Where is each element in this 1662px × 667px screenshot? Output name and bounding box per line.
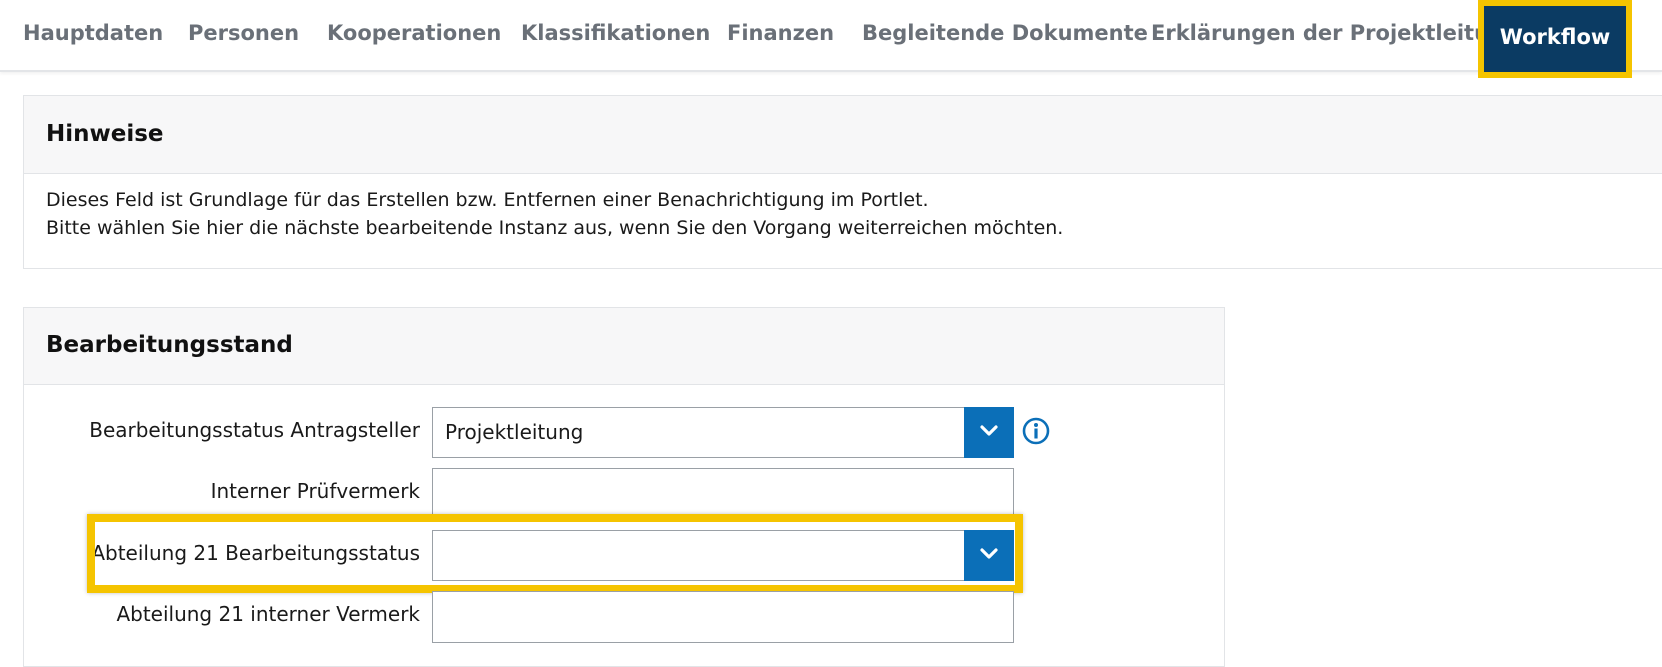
tab-klassifikationen[interactable]: Klassifikationen <box>521 12 710 54</box>
tab-bar: Hauptdaten Personen Kooperationen Klassi… <box>0 0 1662 78</box>
tab-workflow-highlight: Workflow <box>1478 0 1632 78</box>
status-antragsteller-select[interactable]: Projektleitung <box>432 407 1014 458</box>
tab-finanzen[interactable]: Finanzen <box>727 12 834 54</box>
hint-panel-body: Dieses Feld ist Grundlage für das Erstel… <box>24 174 1662 254</box>
field-label-abteilung21-status: Abteilung 21 Bearbeitungsstatus <box>91 541 420 565</box>
interner-pruefvermerk-input[interactable] <box>432 468 1014 520</box>
field-label-status-antragsteller: Bearbeitungsstatus Antragsteller <box>89 418 420 442</box>
tab-personen[interactable]: Personen <box>188 12 299 54</box>
abteilung21-status-select[interactable] <box>432 530 1014 581</box>
hint-text-line-2: Bitte wählen Sie hier die nächste bearbe… <box>46 217 1064 239</box>
status-antragsteller-dropdown-button[interactable] <box>964 407 1014 458</box>
hint-panel: Hinweise Dieses Feld ist Grundlage für d… <box>23 95 1662 269</box>
tab-workflow[interactable]: Workflow <box>1484 6 1626 72</box>
hint-text-line-1: Dieses Feld ist Grundlage für das Erstel… <box>46 189 929 211</box>
state-panel-title: Bearbeitungsstand <box>24 308 1224 385</box>
hint-panel-title: Hinweise <box>24 96 1662 174</box>
chevron-down-icon <box>980 548 998 559</box>
tab-begleitende-dokumente[interactable]: Begleitende Dokumente <box>862 12 1148 54</box>
field-label-abteilung21-vermerk: Abteilung 21 interner Vermerk <box>116 602 420 626</box>
chevron-down-icon <box>980 425 998 436</box>
abteilung21-status-dropdown-button[interactable] <box>964 530 1014 581</box>
tab-erklaerungen-projektleitung[interactable]: Erklärungen der Projektleitung <box>1151 12 1519 54</box>
info-icon[interactable] <box>1022 417 1050 445</box>
tab-hauptdaten[interactable]: Hauptdaten <box>23 12 163 54</box>
field-label-interner-pruefvermerk: Interner Prüfvermerk <box>210 479 420 503</box>
tab-kooperationen[interactable]: Kooperationen <box>327 12 501 54</box>
abteilung21-vermerk-input[interactable] <box>432 591 1014 643</box>
